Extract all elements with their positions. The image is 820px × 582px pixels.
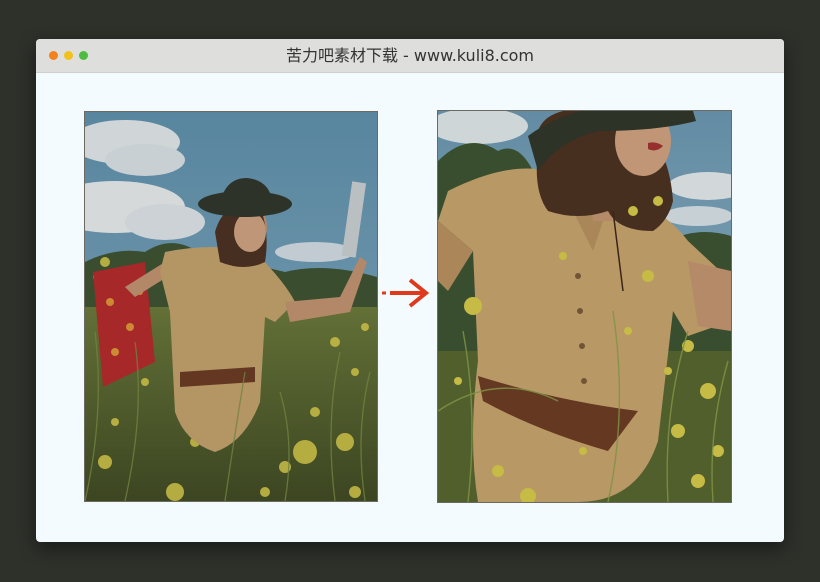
original-photo-image [85, 112, 377, 501]
browser-window: 苦力吧素材下载 - www.kuli8.com [36, 39, 784, 542]
zoomed-photo[interactable] [437, 110, 732, 503]
demo-content [36, 73, 784, 542]
original-photo[interactable] [84, 111, 378, 502]
arrow-right-icon [380, 276, 432, 310]
zoomed-photo-image [438, 111, 731, 502]
title-bar: 苦力吧素材下载 - www.kuli8.com [36, 39, 784, 73]
window-title: 苦力吧素材下载 - www.kuli8.com [285, 46, 535, 65]
